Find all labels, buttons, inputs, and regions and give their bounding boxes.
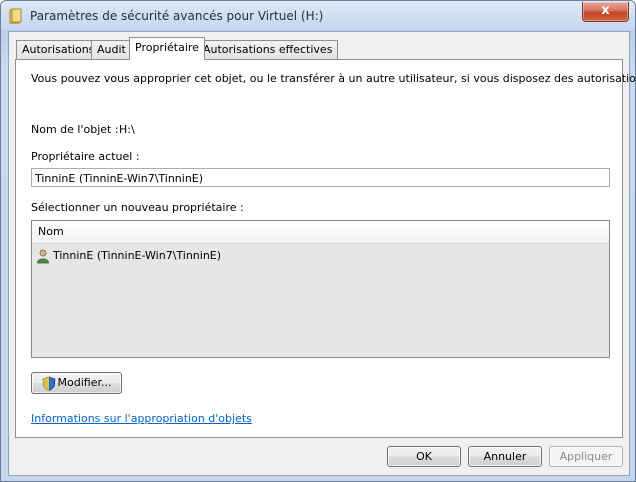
user-icon xyxy=(37,249,49,263)
tab-autorisations-effectives[interactable]: Autorisations effectives xyxy=(197,40,339,59)
ownership-info-link[interactable]: Informations sur l'appropriation d'objet… xyxy=(31,412,252,425)
ok-button-label: OK xyxy=(416,450,432,463)
current-owner-label: Propriétaire actuel : xyxy=(31,150,140,163)
object-name-label: Nom de l'objet : xyxy=(31,123,119,136)
modify-button-label: Modifier... xyxy=(57,376,112,389)
new-owner-label: Sélectionner un nouveau propriétaire : xyxy=(31,201,244,214)
column-header-label: Nom xyxy=(38,225,64,238)
tab-proprietaire[interactable]: Propriétaire xyxy=(129,37,205,60)
new-owner-list[interactable]: Nom TinninE (TinninE-Win7\TinninE) xyxy=(31,220,610,358)
current-owner-field[interactable]: TinninE (TinninE-Win7\TinninE) xyxy=(31,168,610,187)
shield-icon xyxy=(42,376,55,391)
title-bar[interactable]: Paramètres de sécurité avancés pour Virt… xyxy=(1,1,635,31)
close-icon: x xyxy=(601,3,610,18)
list-item-label: TinninE (TinninE-Win7\TinninE) xyxy=(53,249,222,262)
tab-label: Audit xyxy=(97,43,126,56)
tab-label: Autorisations effectives xyxy=(203,43,333,56)
dialog-client-area: Autorisations Audit Propriétaire Autoris… xyxy=(8,31,635,476)
column-header-nom[interactable]: Nom xyxy=(32,221,609,244)
apply-button[interactable]: Appliquer xyxy=(549,446,623,467)
current-owner-value: TinninE (TinninE-Win7\TinninE) xyxy=(35,172,204,185)
owner-tab-panel: Vous pouvez vous approprier cet objet, o… xyxy=(15,59,635,438)
tab-label: Propriétaire xyxy=(135,41,199,54)
security-dialog: Paramètres de sécurité avancés pour Virt… xyxy=(0,0,636,482)
list-item[interactable]: TinninE (TinninE-Win7\TinninE) xyxy=(36,247,221,265)
cancel-button[interactable]: Annuler xyxy=(468,446,542,467)
modify-button[interactable]: Modifier... xyxy=(31,372,122,394)
tab-autorisations[interactable]: Autorisations xyxy=(16,40,101,59)
ok-button[interactable]: OK xyxy=(387,446,461,467)
owner-description: Vous pouvez vous approprier cet objet, o… xyxy=(31,72,636,85)
tab-audit[interactable]: Audit xyxy=(91,40,132,59)
tab-label: Autorisations xyxy=(22,43,95,56)
close-button[interactable]: x xyxy=(582,2,629,22)
object-name-value: H:\ xyxy=(119,123,135,136)
folder-icon xyxy=(9,8,22,24)
cancel-button-label: Annuler xyxy=(483,450,527,463)
apply-button-label: Appliquer xyxy=(559,450,613,463)
window-title: Paramètres de sécurité avancés pour Virt… xyxy=(30,9,324,23)
